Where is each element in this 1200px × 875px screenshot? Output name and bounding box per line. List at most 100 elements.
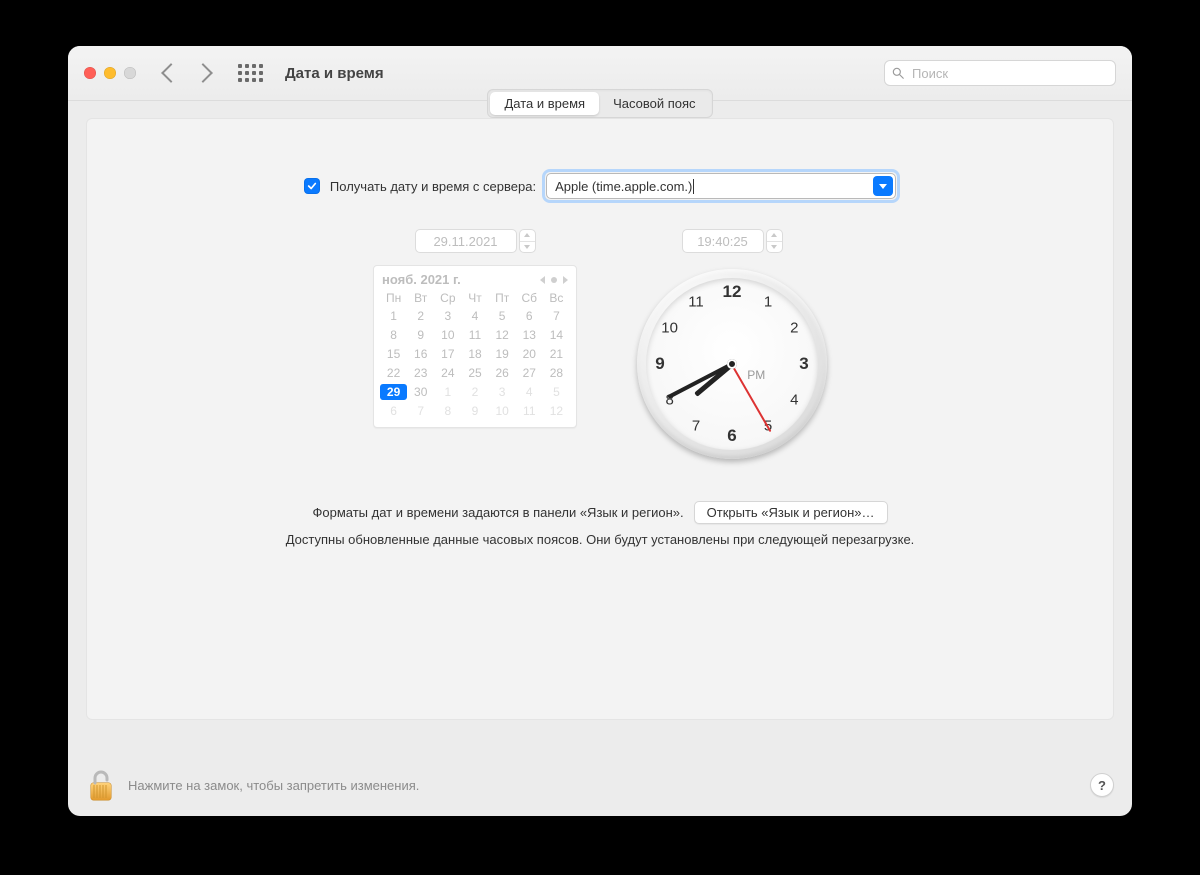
content-area: Дата и время Часовой пояс Получать дату …: [68, 101, 1132, 738]
zoom-button[interactable]: [124, 67, 136, 79]
minimize-button[interactable]: [104, 67, 116, 79]
calendar-day[interactable]: 9: [407, 327, 434, 343]
calendar-day[interactable]: 2: [407, 308, 434, 324]
calendar-day[interactable]: 12: [489, 327, 516, 343]
auto-time-checkbox[interactable]: [304, 178, 320, 194]
calendar-day[interactable]: 26: [489, 365, 516, 381]
back-button[interactable]: [161, 63, 181, 83]
show-all-button[interactable]: [238, 64, 263, 82]
auto-time-row: Получать дату и время с сервера: Apple (…: [109, 173, 1091, 199]
calendar-day[interactable]: 24: [434, 365, 461, 381]
formats-text: Форматы дат и времени задаются в панели …: [312, 505, 683, 520]
time-server-value: Apple (time.apple.com.): [555, 179, 692, 194]
calendar-nav: [540, 276, 568, 284]
settings-panel: Получать дату и время с сервера: Apple (…: [86, 118, 1114, 720]
calendar-day[interactable]: 8: [434, 403, 461, 419]
calendar-day[interactable]: 11: [461, 327, 488, 343]
forward-button[interactable]: [193, 63, 213, 83]
analog-clock: PM 121234567891011: [637, 269, 827, 459]
nav-arrows: [164, 66, 210, 80]
calendar-day[interactable]: 21: [543, 346, 570, 362]
calendar-dow: Пн: [380, 291, 407, 305]
date-field[interactable]: 29.11.2021: [415, 229, 517, 253]
tab-timezone[interactable]: Часовой пояс: [599, 92, 709, 115]
calendar-day[interactable]: 28: [543, 365, 570, 381]
time-column: 19:40:25 PM 121234567891011: [637, 229, 827, 459]
close-button[interactable]: [84, 67, 96, 79]
search-input[interactable]: [910, 65, 1109, 82]
calendar-day[interactable]: 18: [461, 346, 488, 362]
check-icon: [307, 181, 317, 191]
calendar-day[interactable]: 14: [543, 327, 570, 343]
clock-ampm: PM: [747, 368, 765, 382]
calendar-day[interactable]: 8: [380, 327, 407, 343]
formats-row: Форматы дат и времени задаются в панели …: [109, 501, 1091, 524]
tab-date-time[interactable]: Дата и время: [490, 92, 599, 115]
calendar-day[interactable]: 9: [461, 403, 488, 419]
time-field[interactable]: 19:40:25: [682, 229, 764, 253]
calendar-day[interactable]: 5: [489, 308, 516, 324]
calendar-month-label: нояб. 2021 г.: [382, 272, 461, 287]
calendar-day[interactable]: 27: [516, 365, 543, 381]
calendar-day[interactable]: 1: [434, 384, 461, 400]
calendar-day[interactable]: 15: [380, 346, 407, 362]
clock-number: 6: [721, 426, 743, 446]
calendar-day[interactable]: 25: [461, 365, 488, 381]
lock-hint: Нажмите на замок, чтобы запретить измене…: [128, 778, 419, 793]
calendar[interactable]: нояб. 2021 г. ПнВтСрЧтПтСбВс123456789101…: [373, 265, 577, 428]
prefs-window: Дата и время Дата и время Часовой пояс: [68, 46, 1132, 816]
calendar-day[interactable]: 22: [380, 365, 407, 381]
time-server-combo[interactable]: Apple (time.apple.com.): [546, 173, 896, 199]
calendar-today-icon[interactable]: [551, 277, 557, 283]
calendar-prev-icon[interactable]: [540, 276, 545, 284]
calendar-day[interactable]: 10: [434, 327, 461, 343]
auto-time-label: Получать дату и время с сервера:: [330, 179, 536, 194]
calendar-day[interactable]: 17: [434, 346, 461, 362]
calendar-day[interactable]: 1: [380, 308, 407, 324]
stepper-down-icon: [771, 245, 777, 249]
calendar-day[interactable]: 16: [407, 346, 434, 362]
calendar-day[interactable]: 7: [407, 403, 434, 419]
calendar-day[interactable]: 11: [516, 403, 543, 419]
calendar-day[interactable]: 5: [543, 384, 570, 400]
calendar-day[interactable]: 4: [461, 308, 488, 324]
calendar-day[interactable]: 20: [516, 346, 543, 362]
calendar-day[interactable]: 30: [407, 384, 434, 400]
calendar-dow: Чт: [461, 291, 488, 305]
clock-number: 10: [659, 320, 681, 337]
calendar-day[interactable]: 2: [461, 384, 488, 400]
clock-number: 11: [685, 293, 707, 310]
stepper-up-icon: [524, 233, 530, 237]
search-icon: [891, 66, 905, 80]
calendar-day[interactable]: 10: [489, 403, 516, 419]
calendar-day[interactable]: 12: [543, 403, 570, 419]
help-button[interactable]: ?: [1090, 773, 1114, 797]
open-language-region-button[interactable]: Открыть «Язык и регион»…: [694, 501, 888, 524]
calendar-day[interactable]: 7: [543, 308, 570, 324]
calendar-day[interactable]: 19: [489, 346, 516, 362]
calendar-day[interactable]: 6: [380, 403, 407, 419]
calendar-dow: Пт: [489, 291, 516, 305]
clock-number: 3: [793, 354, 815, 374]
calendar-day[interactable]: 6: [516, 308, 543, 324]
window-title: Дата и время: [285, 65, 384, 82]
clock-number: 2: [783, 320, 805, 337]
tab-group: Дата и время Часовой пояс: [487, 89, 712, 118]
date-stepper[interactable]: [519, 229, 536, 253]
calendar-day[interactable]: 3: [434, 308, 461, 324]
chevron-down-icon[interactable]: [873, 176, 893, 196]
calendar-next-icon[interactable]: [563, 276, 568, 284]
calendar-day[interactable]: 3: [489, 384, 516, 400]
calendar-day[interactable]: 13: [516, 327, 543, 343]
calendar-day[interactable]: 4: [516, 384, 543, 400]
calendar-dow: Вт: [407, 291, 434, 305]
date-column: 29.11.2021 нояб. 2021 г.: [373, 229, 577, 459]
calendar-dow: Сб: [516, 291, 543, 305]
calendar-dow: Вс: [543, 291, 570, 305]
search-field[interactable]: [884, 60, 1116, 86]
calendar-dow: Ср: [434, 291, 461, 305]
calendar-day[interactable]: 23: [407, 365, 434, 381]
lock-icon[interactable]: [86, 766, 116, 804]
time-stepper[interactable]: [766, 229, 783, 253]
calendar-day[interactable]: 29: [380, 384, 407, 400]
